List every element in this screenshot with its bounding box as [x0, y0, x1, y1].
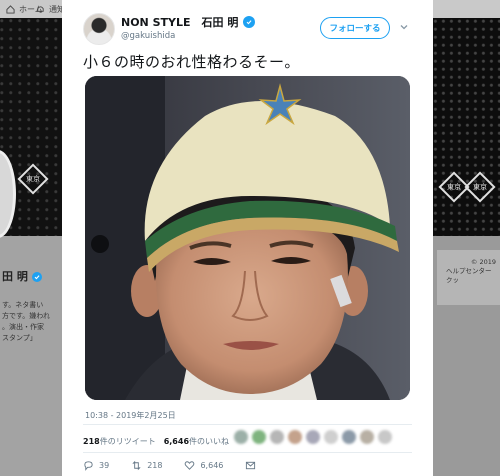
liker-avatar[interactable] [360, 430, 374, 444]
display-name[interactable]: NON STYLE 石田 明 [121, 14, 238, 30]
profile-bio: す。ネタ書い 方です。嫌われ 。演出・作家 スタンプ」 [2, 301, 50, 342]
retweet-icon [132, 460, 141, 471]
tweet-text: 小６の時のおれ性格わるそー。 [83, 53, 300, 71]
reply-count: 39 [99, 461, 110, 470]
divider [83, 452, 412, 453]
chevron-down-icon[interactable] [399, 22, 409, 32]
like-count: 6,646 [200, 461, 224, 470]
liker-avatar[interactable] [234, 430, 248, 444]
reply-button[interactable]: 39 [83, 460, 109, 471]
avatar[interactable] [83, 13, 115, 45]
tweet-header: NON STYLE 石田 明 @gakuishida フォローする [62, 0, 433, 50]
reply-icon [84, 461, 93, 471]
retweet-stat[interactable]: 218件のリツイート [83, 436, 156, 447]
likes-label: 件のいいね [189, 437, 230, 446]
banner-sign: 東京 [17, 163, 49, 195]
heart-icon [185, 461, 195, 470]
verified-icon [243, 16, 256, 28]
liker-avatar[interactable] [270, 430, 284, 444]
tweet-actions: 39 218 6,646 [83, 460, 278, 471]
retweets-count: 218 [83, 437, 100, 446]
direct-message-button[interactable] [245, 460, 256, 471]
tweet-stats: 218件のリツイート 6,646件のいいね [83, 436, 237, 447]
like-button[interactable]: 6,646 [184, 460, 223, 471]
bell-icon [37, 6, 44, 13]
liker-avatar[interactable] [288, 430, 302, 444]
tweet-timestamp[interactable]: 10:38 - 2019年2月25日 [85, 410, 176, 421]
envelope-icon [246, 461, 256, 470]
retweet-button[interactable]: 218 [131, 460, 162, 471]
divider [83, 424, 412, 425]
tweet-photo[interactable] [85, 76, 410, 400]
follow-button[interactable]: フォローする [320, 17, 390, 39]
profile-name: 田 明 [2, 268, 42, 284]
like-stat[interactable]: 6,646件のいいね [164, 436, 229, 447]
liker-avatar[interactable] [324, 430, 338, 444]
home-icon [6, 5, 15, 14]
liker-avatar[interactable] [252, 430, 266, 444]
retweets-label: 件のリツイート [99, 437, 156, 446]
photo-illustration [85, 76, 410, 400]
author-name-row[interactable]: NON STYLE 石田 明 [121, 14, 256, 30]
liker-avatar[interactable] [306, 430, 320, 444]
author-handle[interactable]: @gakuishida [121, 31, 175, 41]
footer-links: © 2019 ヘルプセンター クッ [446, 258, 496, 284]
nav-notifications: 通知 [36, 4, 65, 15]
profile-banner-right: 東京 東京 [433, 18, 500, 236]
liker-avatar[interactable] [342, 430, 356, 444]
likes-count: 6,646 [163, 437, 190, 446]
liker-avatar[interactable] [378, 430, 392, 444]
banner-sign-right-2: 東京 [464, 171, 496, 203]
tweet-modal: NON STYLE 石田 明 @gakuishida フォローする 小６の時のお… [62, 0, 433, 476]
verified-icon [31, 272, 42, 282]
retweet-count: 218 [147, 461, 163, 470]
